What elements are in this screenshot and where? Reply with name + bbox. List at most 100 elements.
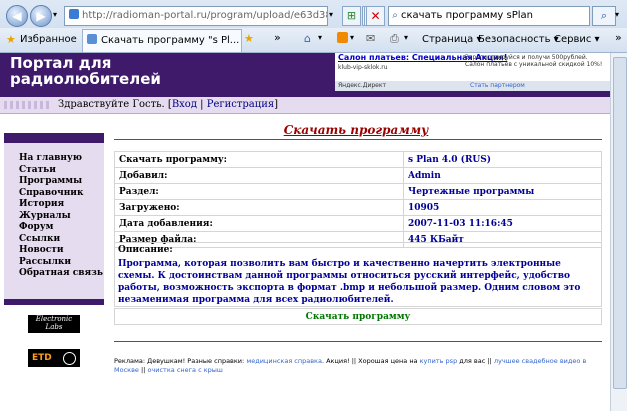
- favorites-label[interactable]: Избранное: [20, 33, 77, 47]
- footer-link-psp[interactable]: купить psp: [420, 357, 458, 365]
- search-options-icon[interactable]: ▾: [615, 10, 619, 19]
- ad-site[interactable]: klub-vip-sklok.ru: [338, 64, 388, 72]
- row-key: Загружено:: [114, 199, 404, 216]
- sidebar-item-forum[interactable]: Форум: [19, 222, 53, 234]
- print-dropdown-icon[interactable]: ▾: [404, 33, 408, 42]
- program-info-table: Скачать программу: s Plan 4.0 (RUS) Добав…: [114, 151, 602, 248]
- footer-link-snow[interactable]: очистка снега с крыш: [147, 366, 222, 374]
- footer-link-medical[interactable]: медицинская справка: [246, 357, 322, 365]
- page-viewport: Портал для радиолюбителей Салон платьев:…: [0, 53, 610, 411]
- scrollbar-thumb[interactable]: [613, 57, 627, 389]
- ad-footer-text: Реклама: Девушкам! Разные справки: медиц…: [114, 357, 596, 375]
- greeting-decoration: [4, 101, 52, 109]
- forward-button-icon[interactable]: ▶: [30, 5, 52, 27]
- search-button-icon[interactable]: ⌕: [592, 6, 616, 26]
- compatibility-icon[interactable]: ⊞: [342, 6, 361, 26]
- row-key: Добавил:: [114, 167, 404, 184]
- chevron-tools-icon[interactable]: »: [615, 31, 622, 44]
- greeting-text: Здравствуйте Гость.: [58, 99, 165, 110]
- greeting: Здравствуйте Гость. [Вход | Регистрация]: [58, 99, 279, 110]
- etd-logo-text: ETD: [32, 353, 52, 363]
- vertical-scrollbar[interactable]: [610, 53, 628, 411]
- site-header: Портал для радиолюбителей Салон платьев:…: [0, 53, 610, 91]
- address-favicon-icon: [69, 9, 79, 19]
- row-key: Скачать программу:: [114, 151, 404, 168]
- etd-logo[interactable]: ETD: [28, 349, 80, 367]
- description-text: Программа, которая позволить вам быстро …: [118, 259, 581, 305]
- chevron-more-icon[interactable]: »: [274, 31, 281, 44]
- mail-icon[interactable]: ✉: [366, 32, 375, 45]
- active-tab[interactable]: Скачать программу "s Pl...: [82, 29, 242, 52]
- sidebar-bottom-bar: [4, 299, 104, 305]
- sidebar-item-mailing[interactable]: Рассылки: [19, 257, 71, 269]
- search-provider-icon: ⌕: [392, 10, 398, 21]
- search-value: скачать программу sPlan: [401, 10, 534, 21]
- menu-page[interactable]: Страница ▾: [422, 33, 481, 47]
- electronic-labs-logo[interactable]: Electronic Labs: [28, 315, 80, 333]
- menu-tools[interactable]: Сервис ▾: [554, 33, 600, 47]
- download-link[interactable]: Скачать программу: [306, 312, 411, 322]
- table-row: Раздел: Чертежные программы: [114, 183, 602, 200]
- ad-partner-link[interactable]: Стать партнером: [470, 81, 525, 91]
- row-value: 2007-11-03 11:16:45: [403, 215, 602, 232]
- address-bar-dropdown-icon[interactable]: ▾: [329, 10, 333, 19]
- table-row: Добавил: Admin: [114, 167, 602, 184]
- footer-mid1: . Акция! || Хорошая цена на: [321, 357, 418, 365]
- row-key: Дата добавления:: [114, 215, 404, 232]
- favorites-star-icon[interactable]: ★: [6, 33, 16, 46]
- window-edge: [627, 0, 640, 411]
- back-button-icon[interactable]: ◀: [6, 5, 28, 27]
- search-input[interactable]: ⌕ скачать программу sPlan: [388, 6, 590, 26]
- row-value: s Plan 4.0 (RUS): [403, 151, 602, 168]
- greeting-bar: Здравствуйте Гость. [Вход | Регистрация]: [0, 97, 610, 114]
- site-title: Портал для радиолюбителей: [10, 54, 161, 88]
- home-icon[interactable]: ⌂: [304, 32, 311, 45]
- menu-page-label: Страница: [422, 34, 474, 45]
- rss-dropdown-icon[interactable]: ▾: [350, 33, 354, 42]
- row-key: Раздел:: [114, 183, 404, 200]
- description-label: Описание:: [118, 245, 173, 255]
- sidebar-item-feedback[interactable]: Обратная связь: [19, 268, 103, 280]
- register-link[interactable]: Регистрация: [207, 99, 274, 110]
- download-box: Скачать программу: [114, 308, 602, 325]
- menu-tools-label: Сервис: [554, 34, 592, 45]
- sidebar-item-links[interactable]: Ссылки: [19, 234, 60, 246]
- ad-yandex-label[interactable]: Яндекс.Директ: [338, 81, 386, 91]
- description-box: Описание: Программа, которая позволить в…: [114, 242, 602, 307]
- sidebar-item-journals[interactable]: Журналы: [19, 211, 71, 223]
- sidebar-top-bar: [4, 133, 104, 143]
- ad-footer: Яндекс.Директ Стать партнером: [335, 81, 610, 91]
- sidebar-item-home[interactable]: На главную: [19, 153, 82, 165]
- sidebar-item-history[interactable]: История: [19, 199, 64, 211]
- row-value: Чертежные программы: [403, 183, 602, 200]
- page-title[interactable]: Скачать программу: [114, 123, 598, 137]
- sidebar-item-news[interactable]: Новости: [19, 245, 64, 257]
- tab-title: Скачать программу "s Pl...: [101, 35, 240, 46]
- footer-divider: [114, 341, 602, 342]
- table-row: Загружено: 10905: [114, 199, 602, 216]
- footer-prefix: Реклама: Девушкам! Разные справки:: [114, 357, 245, 365]
- login-link[interactable]: Вход: [172, 99, 197, 110]
- table-row: Скачать программу: s Plan 4.0 (RUS): [114, 151, 602, 168]
- table-row: Дата добавления: 2007-11-03 11:16:45: [114, 215, 602, 232]
- rss-icon[interactable]: [337, 32, 348, 43]
- stop-icon[interactable]: ✕: [366, 6, 385, 26]
- recent-dropdown-icon[interactable]: ▾: [53, 10, 57, 19]
- ad-banner[interactable]: Салон платьев: Специальная Акция! Зареги…: [335, 53, 610, 91]
- sidebar-item-reference[interactable]: Справочник: [19, 188, 83, 200]
- menu-security-label: Безопасность: [478, 34, 551, 45]
- row-value: Admin: [403, 167, 602, 184]
- footer-mid2: для вас ||: [459, 357, 494, 365]
- address-bar-url: http://radioman-portal.ru/program/upload…: [82, 10, 327, 21]
- home-dropdown-icon[interactable]: ▾: [318, 33, 322, 42]
- sidebar-item-articles[interactable]: Статьи: [19, 165, 56, 177]
- address-bar-input[interactable]: http://radioman-portal.ru/program/upload…: [64, 6, 328, 26]
- title-divider: [114, 139, 602, 140]
- menu-security[interactable]: Безопасность ▾: [478, 33, 559, 47]
- ad-text: Зарегистрируйся и получи 500рублей. Сало…: [465, 54, 603, 68]
- sidebar-item-programs[interactable]: Программы: [19, 176, 82, 188]
- add-favorites-icon[interactable]: ★: [244, 32, 258, 46]
- sidebar: На главную Статьи Программы Справочник И…: [4, 133, 104, 305]
- print-icon[interactable]: ⎙: [390, 32, 399, 46]
- tab-favicon-icon: [87, 34, 97, 44]
